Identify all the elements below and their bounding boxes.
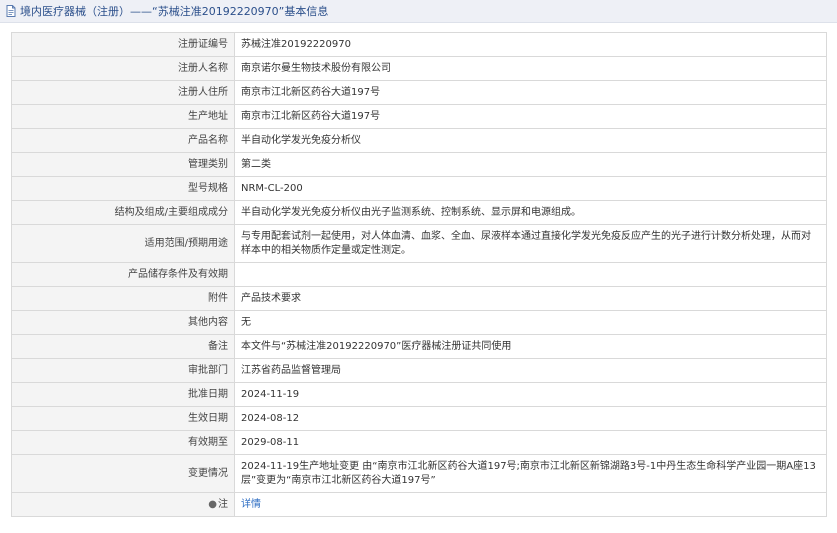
row-label: 适用范围/预期用途 bbox=[11, 224, 235, 263]
row-label: 审批部门 bbox=[11, 358, 235, 383]
table-row: 结构及组成/主要组成成分 半自动化学发光免疫分析仪由光子监测系统、控制系统、显示屏… bbox=[11, 200, 827, 225]
row-value: 无 bbox=[234, 310, 827, 335]
row-value: 2024-11-19 bbox=[234, 382, 827, 407]
row-value: 本文件与“苏械注准20192220970”医疗器械注册证共同使用 bbox=[234, 334, 827, 359]
row-value: 南京诺尔曼生物技术股份有限公司 bbox=[234, 56, 827, 81]
table-row: 生产地址 南京市江北新区药谷大道197号 bbox=[11, 104, 827, 129]
details-link[interactable]: 详情 bbox=[241, 499, 261, 510]
table-row: 型号规格 NRM-CL-200 bbox=[11, 176, 827, 201]
row-label: 附件 bbox=[11, 286, 235, 311]
row-label: 批准日期 bbox=[11, 382, 235, 407]
row-label: 其他内容 bbox=[11, 310, 235, 335]
row-label: 注册证编号 bbox=[11, 32, 235, 57]
row-label: 注册人住所 bbox=[11, 80, 235, 105]
row-value: NRM-CL-200 bbox=[234, 176, 827, 201]
row-value: 半自动化学发光免疫分析仪 bbox=[234, 128, 827, 153]
row-value: 产品技术要求 bbox=[234, 286, 827, 311]
row-label: 管理类别 bbox=[11, 152, 235, 177]
row-label: 结构及组成/主要组成成分 bbox=[11, 200, 235, 225]
table-row: 管理类别 第二类 bbox=[11, 152, 827, 177]
table-row: 批准日期 2024-11-19 bbox=[11, 382, 827, 407]
info-table: 注册证编号 苏械注准20192220970 注册人名称 南京诺尔曼生物技术股份有限公司… bbox=[11, 32, 827, 517]
row-label: 型号规格 bbox=[11, 176, 235, 201]
table-row: 附件 产品技术要求 bbox=[11, 286, 827, 311]
row-value: 2024-08-12 bbox=[234, 406, 827, 431]
page-header: 境内医疗器械（注册）——“苏械注准20192220970”基本信息 bbox=[0, 0, 837, 23]
table-row: 生效日期 2024-08-12 bbox=[11, 406, 827, 431]
row-value bbox=[234, 262, 827, 287]
row-value: 半自动化学发光免疫分析仪由光子监测系统、控制系统、显示屏和电源组成。 bbox=[234, 200, 827, 225]
row-label: 备注 bbox=[11, 334, 235, 359]
page-title: 境内医疗器械（注册）——“苏械注准20192220970”基本信息 bbox=[20, 5, 329, 18]
table-row: ●注 详情 bbox=[11, 492, 827, 517]
row-label: 生产地址 bbox=[11, 104, 235, 129]
table-row: 注册人住所 南京市江北新区药谷大道197号 bbox=[11, 80, 827, 105]
row-label: 产品名称 bbox=[11, 128, 235, 153]
row-value: 南京市江北新区药谷大道197号 bbox=[234, 104, 827, 129]
row-label: 有效期至 bbox=[11, 430, 235, 455]
row-value: 2024-11-19生产地址变更 由“南京市江北新区药谷大道197号;南京市江北… bbox=[234, 454, 827, 493]
row-value: 第二类 bbox=[234, 152, 827, 177]
table-row: 变更情况 2024-11-19生产地址变更 由“南京市江北新区药谷大道197号;南… bbox=[11, 454, 827, 493]
row-value: 江苏省药品监督管理局 bbox=[234, 358, 827, 383]
info-table-wrapper: 注册证编号 苏械注准20192220970 注册人名称 南京诺尔曼生物技术股份有限公司… bbox=[11, 32, 827, 517]
table-row: 有效期至 2029-08-11 bbox=[11, 430, 827, 455]
table-row: 适用范围/预期用途 与专用配套试剂一起使用，对人体血清、血浆、全血、尿液样本通过直… bbox=[11, 224, 827, 263]
table-row: 其他内容无 bbox=[11, 310, 827, 335]
row-value: 南京市江北新区药谷大道197号 bbox=[234, 80, 827, 105]
row-label-note: ●注 bbox=[11, 492, 235, 517]
table-row: 产品储存条件及有效期 bbox=[11, 262, 827, 287]
document-icon bbox=[6, 5, 16, 17]
table-row: 产品名称 半自动化学发光免疫分析仪 bbox=[11, 128, 827, 153]
row-label: 产品储存条件及有效期 bbox=[11, 262, 235, 287]
row-value: 与专用配套试剂一起使用，对人体血清、血浆、全血、尿液样本通过直接化学发光免疫反应… bbox=[234, 224, 827, 263]
table-row: 注册人名称 南京诺尔曼生物技术股份有限公司 bbox=[11, 56, 827, 81]
row-label: 注册人名称 bbox=[11, 56, 235, 81]
row-value-note: 详情 bbox=[234, 492, 827, 517]
table-row: 注册证编号 苏械注准20192220970 bbox=[11, 32, 827, 57]
row-value: 苏械注准20192220970 bbox=[234, 32, 827, 57]
row-value: 2029-08-11 bbox=[234, 430, 827, 455]
table-row: 审批部门 江苏省药品监督管理局 bbox=[11, 358, 827, 383]
row-label: 变更情况 bbox=[11, 454, 235, 493]
table-row: 备注 本文件与“苏械注准20192220970”医疗器械注册证共同使用 bbox=[11, 334, 827, 359]
row-label: 生效日期 bbox=[11, 406, 235, 431]
note-icon: ● bbox=[208, 498, 217, 510]
